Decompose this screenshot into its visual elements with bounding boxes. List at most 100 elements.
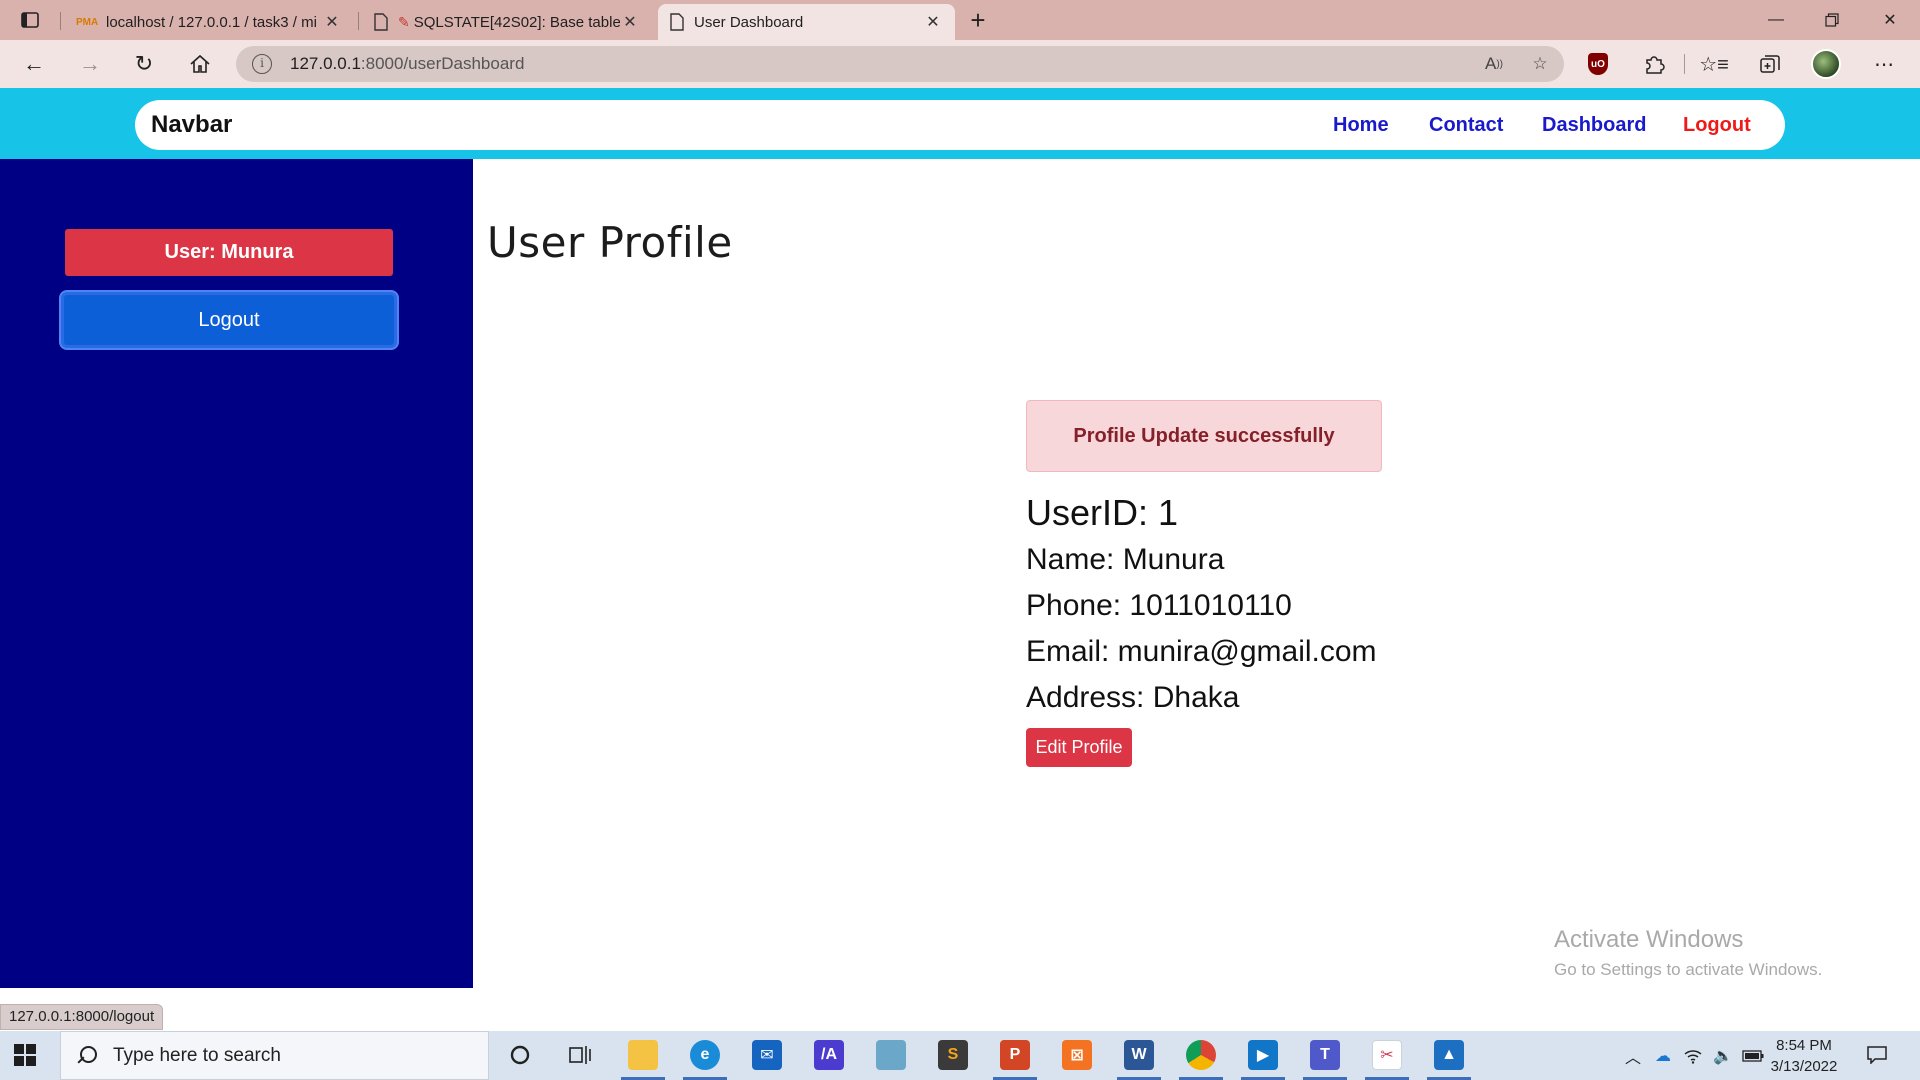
status-bar-url: 127.0.0.1:8000/logout xyxy=(0,1004,164,1030)
home-button[interactable] xyxy=(182,48,218,80)
photos-icon: ▲ xyxy=(1434,1040,1464,1070)
minimize-icon: — xyxy=(1768,11,1784,28)
chevron-up-icon[interactable]: ︿ xyxy=(1622,1045,1644,1067)
activate-windows-subtitle: Go to Settings to activate Windows. xyxy=(1554,960,1823,979)
tab-user-dashboard[interactable]: User Dashboard ✕ xyxy=(658,4,955,40)
profile-userid: UserID: 1 xyxy=(1026,492,1179,533)
taskbar-file-explorer[interactable] xyxy=(625,1037,661,1073)
back-button[interactable]: ← xyxy=(16,48,52,80)
xampp-icon: ⊠ xyxy=(1062,1040,1092,1070)
phpmyadmin-icon: PMA xyxy=(76,16,99,28)
tab-title: localhost / 127.0.0.1 / task3 / mi xyxy=(106,13,317,31)
taskbar-sublime[interactable]: S xyxy=(935,1037,971,1073)
taskbar-notepad[interactable] xyxy=(873,1037,909,1073)
web-page: Navbar Home Contact Dashboard Logout Use… xyxy=(0,88,1920,988)
taskbar-chrome[interactable] xyxy=(1183,1037,1219,1073)
taskbar-visual-studio[interactable]: /A xyxy=(811,1037,847,1073)
forward-button[interactable]: → xyxy=(72,48,108,80)
chrome-icon xyxy=(1186,1040,1216,1070)
close-icon: ✕ xyxy=(1883,12,1897,29)
battery-icon[interactable] xyxy=(1742,1045,1764,1067)
taskbar-clock[interactable]: 8:54 PM 3/13/2022 xyxy=(1764,1035,1844,1077)
close-window-button[interactable]: ✕ xyxy=(1862,0,1918,40)
close-icon[interactable]: ✕ xyxy=(923,12,943,32)
taskbar-snipping-tool[interactable]: ✂ xyxy=(1369,1037,1405,1073)
tab-phpmyadmin[interactable]: PMA localhost / 127.0.0.1 / task3 / mi ✕ xyxy=(64,4,354,40)
extensions-button[interactable] xyxy=(1636,48,1672,80)
search-placeholder: Type here to search xyxy=(113,1044,281,1066)
arrow-right-icon: → xyxy=(79,51,101,76)
tab-separator xyxy=(358,12,359,30)
edit-profile-button[interactable]: Edit Profile xyxy=(1026,728,1132,767)
activate-windows-title: Activate Windows xyxy=(1554,926,1744,953)
visual-studio-icon: /A xyxy=(814,1040,844,1070)
profile-name: Name: Munura xyxy=(1026,543,1225,576)
address-bar[interactable]: i 127.0.0.1:8000/userDashboard A)) ☆ xyxy=(236,46,1564,82)
word-icon: W xyxy=(1124,1040,1154,1070)
windows-start-button[interactable] xyxy=(14,1044,36,1066)
task-view-button[interactable] xyxy=(562,1037,598,1073)
arrow-left-icon: ← xyxy=(23,51,45,76)
powerpoint-icon: P xyxy=(1000,1040,1030,1070)
cortana-button[interactable] xyxy=(502,1037,538,1073)
nav-link-contact[interactable]: Contact xyxy=(1429,114,1503,137)
notification-center-button[interactable] xyxy=(1864,1043,1890,1067)
nav-link-home[interactable]: Home xyxy=(1333,114,1389,137)
sublime-icon: S xyxy=(938,1040,968,1070)
scissors-icon: ✂ xyxy=(1372,1040,1402,1070)
success-alert: Profile Update successfully xyxy=(1026,400,1382,472)
plus-icon: + xyxy=(970,4,986,35)
nav-link-logout[interactable]: Logout xyxy=(1683,114,1751,137)
restore-icon xyxy=(1825,13,1839,27)
taskbar-xampp[interactable]: ⊠ xyxy=(1059,1037,1095,1073)
taskbar: Type here to search e ✉ /A S P ⊠ W ▶ T ✂… xyxy=(0,1031,1920,1080)
read-aloud-icon[interactable]: A)) xyxy=(1480,52,1508,76)
edge-icon: e xyxy=(690,1040,720,1070)
user-badge: User: Munura xyxy=(65,229,393,276)
ublock-extension-button[interactable]: uO xyxy=(1580,48,1616,80)
tab-title: SQLSTATE[42S02]: Base table xyxy=(413,13,620,31)
taskbar-media-player[interactable]: ▶ xyxy=(1245,1037,1281,1073)
mail-icon: ✉ xyxy=(752,1040,782,1070)
favorites-button[interactable]: ☆≡ xyxy=(1696,48,1732,80)
home-icon xyxy=(190,54,210,73)
address-url[interactable]: 127.0.0.1:8000/userDashboard xyxy=(290,54,524,74)
search-icon xyxy=(75,1045,97,1067)
puzzle-icon xyxy=(1646,56,1665,74)
browser-tabstrip: PMA localhost / 127.0.0.1 / task3 / mi ✕… xyxy=(0,0,1920,40)
avatar xyxy=(1811,49,1841,79)
notepad-icon xyxy=(876,1040,906,1070)
info-icon[interactable]: i xyxy=(252,54,272,74)
reload-button[interactable]: ↻ xyxy=(126,48,162,80)
tab-actions-button[interactable] xyxy=(14,6,46,34)
page-title: User Profile xyxy=(487,218,733,267)
cortana-icon xyxy=(510,1045,530,1065)
taskbar-word[interactable]: W xyxy=(1121,1037,1157,1073)
taskbar-powerpoint[interactable]: P xyxy=(997,1037,1033,1073)
profile-address: Address: Dhaka xyxy=(1026,681,1240,714)
navbar-brand[interactable]: Navbar xyxy=(151,111,232,139)
sidebar-logout-button[interactable]: Logout xyxy=(61,292,397,348)
taskbar-mail[interactable]: ✉ xyxy=(749,1037,785,1073)
taskbar-search-input[interactable]: Type here to search xyxy=(60,1031,489,1080)
new-tab-button[interactable]: + xyxy=(962,4,994,35)
taskbar-teams[interactable]: T xyxy=(1307,1037,1343,1073)
volume-icon[interactable]: 🔈 xyxy=(1712,1045,1734,1067)
minimize-button[interactable]: — xyxy=(1748,0,1804,40)
add-favorite-icon[interactable]: ☆ xyxy=(1526,52,1554,76)
tab-sqlstate[interactable]: ✎ SQLSTATE[42S02]: Base table ✕ xyxy=(362,4,652,40)
wifi-icon[interactable] xyxy=(1682,1045,1704,1067)
restore-button[interactable] xyxy=(1804,0,1860,40)
profile-button[interactable] xyxy=(1808,48,1844,80)
collections-button[interactable] xyxy=(1752,48,1788,80)
taskbar-edge[interactable]: e xyxy=(687,1037,723,1073)
settings-more-button[interactable]: ⋯ xyxy=(1866,48,1902,80)
navbar-container: Navbar Home Contact Dashboard Logout xyxy=(0,88,1920,159)
close-icon[interactable]: ✕ xyxy=(620,12,640,32)
clock-time: 8:54 PM xyxy=(1776,1037,1832,1054)
close-icon[interactable]: ✕ xyxy=(322,12,342,32)
onedrive-icon[interactable]: ☁ xyxy=(1652,1045,1674,1067)
folder-icon xyxy=(628,1040,658,1070)
nav-link-dashboard[interactable]: Dashboard xyxy=(1542,114,1646,137)
taskbar-photos[interactable]: ▲ xyxy=(1431,1037,1467,1073)
